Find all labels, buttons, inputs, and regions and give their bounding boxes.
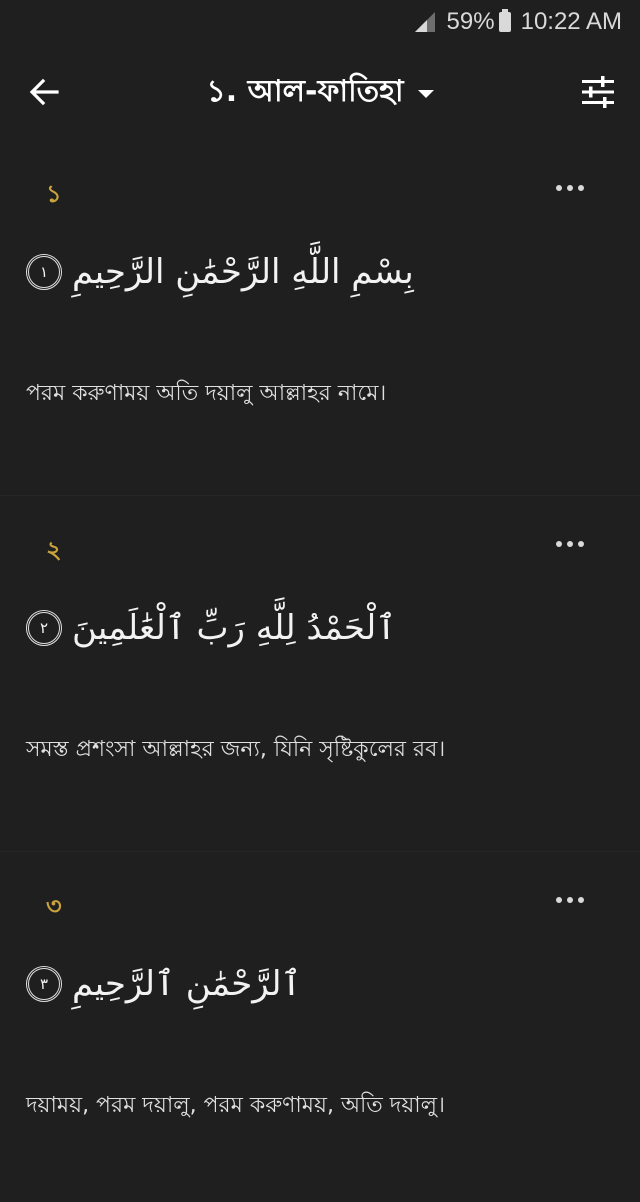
arrow-left-icon [29,78,59,106]
settings-button[interactable] [578,72,618,112]
verse-number: ১ [46,180,62,208]
page-title: ১. আল-ফাতিহা [206,73,404,109]
status-bar: 59% 10:22 AM [0,0,640,44]
back-button[interactable] [22,70,66,114]
verse-list[interactable]: ১ بِسْمِ اللَّهِ الرَّحْمَٰنِ الرَّحِيمِ… [0,140,640,1202]
chevron-down-icon [417,90,434,98]
surah-selector[interactable]: ১. আল-ফাতিহা [206,67,434,118]
ayah-end-marker: ١ [26,254,62,291]
more-horizontal-icon [556,541,584,547]
arabic-text: ٱلْحَمْدُ لِلَّهِ رَبِّ ٱلْعَٰلَمِينَ ٢ [26,608,614,649]
translation-text: সমস্ত প্রশংসা আল্লাহর জন্য, যিনি সৃষ্টিক… [26,736,446,762]
verse-item[interactable]: ২ ٱلْحَمْدُ لِلَّهِ رَبِّ ٱلْعَٰلَمِينَ … [0,496,640,852]
verse-menu-button[interactable] [552,882,588,918]
tune-sliders-icon [582,76,614,108]
verse-number: ৩ [46,892,62,920]
arabic-verse: ٱلرَّحْمَٰنِ ٱلرَّحِيمِ [72,964,302,1004]
more-horizontal-icon [556,897,584,903]
battery-percentage: 59% [446,8,495,35]
arabic-verse: ٱلْحَمْدُ لِلَّهِ رَبِّ ٱلْعَٰلَمِينَ [72,608,397,648]
verse-menu-button[interactable] [552,170,588,206]
verse-item[interactable]: ১ بِسْمِ اللَّهِ الرَّحْمَٰنِ الرَّحِيمِ… [0,140,640,496]
signal-icon [414,12,435,32]
arabic-verse: بِسْمِ اللَّهِ الرَّحْمَٰنِ الرَّحِيمِ [72,252,414,292]
ayah-end-marker: ٢ [26,610,62,647]
arabic-text: ٱلرَّحْمَٰنِ ٱلرَّحِيمِ ٣ [26,964,614,1005]
translation-text: পরম করুণাময় অতি দয়ালু আল্লাহর নামে। [26,380,387,406]
app-bar: ১. আল-ফাতিহা [0,44,640,140]
arabic-text: بِسْمِ اللَّهِ الرَّحْمَٰنِ الرَّحِيمِ ١ [26,252,614,293]
translation-text: দয়াময়, পরম দয়ালু, পরম করুণাময়, অতি দ… [26,1092,445,1118]
battery-icon [498,9,511,32]
more-horizontal-icon [556,185,584,191]
ayah-end-marker: ٣ [26,966,62,1003]
verse-number: ২ [46,536,62,564]
verse-item[interactable]: ৩ ٱلرَّحْمَٰنِ ٱلرَّحِيمِ ٣ দয়াময়, পরম… [0,852,640,1202]
verse-menu-button[interactable] [552,526,588,562]
clock: 10:22 AM [520,8,622,35]
